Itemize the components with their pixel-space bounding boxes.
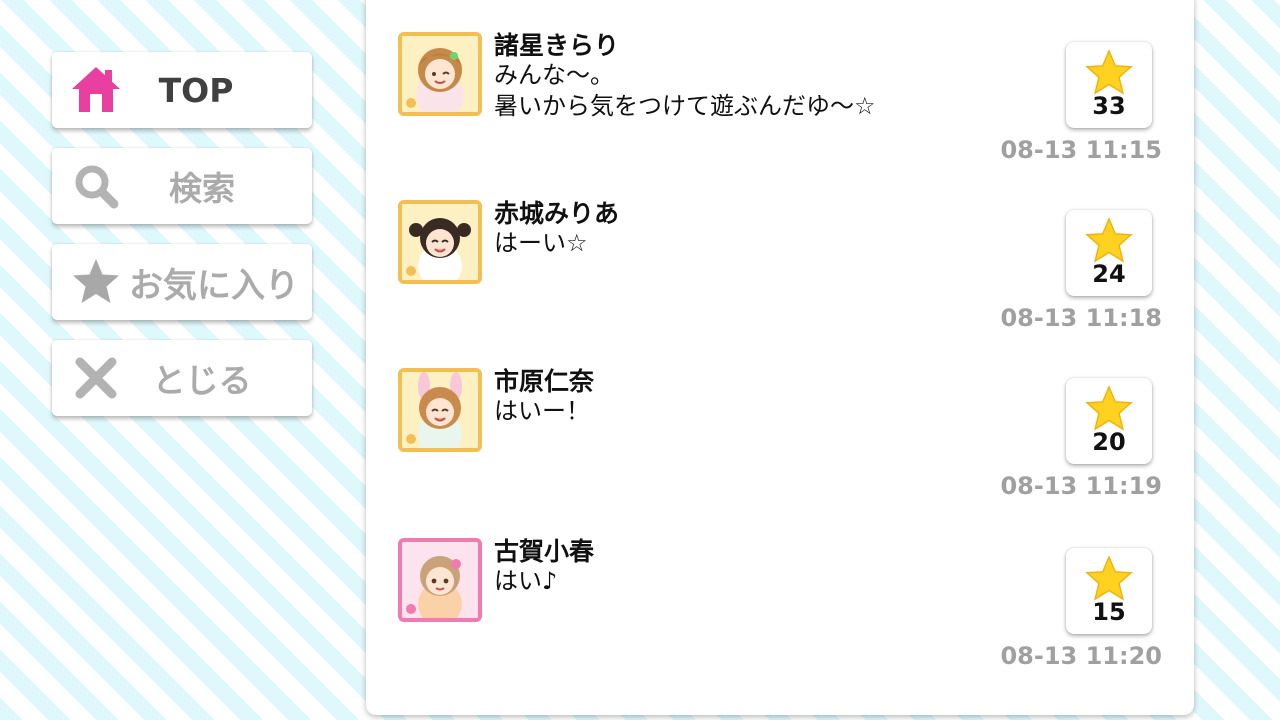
poster-name: 赤城みりあ — [494, 199, 620, 228]
like-button[interactable]: 20 — [1066, 378, 1152, 464]
like-count: 24 — [1092, 260, 1126, 288]
post-timestamp: 08-13 11:18 — [1000, 304, 1162, 332]
star-icon — [1085, 218, 1133, 263]
post-message: はーい☆ — [494, 228, 588, 259]
post-item: 赤城みりあ はーい☆ 24 08-13 11:18 — [366, 199, 1194, 368]
like-count: 33 — [1092, 92, 1126, 120]
poster-name: 古賀小春 — [494, 537, 595, 566]
side-menu: TOP 検索 お気に入り とじる — [52, 52, 312, 436]
message-line: 暑いから気をつけて遊ぶんだゆ〜☆ — [494, 92, 876, 120]
post-timestamp: 08-13 11:20 — [1000, 642, 1162, 670]
post-message: はい♪ — [494, 566, 557, 597]
avatar[interactable] — [398, 200, 482, 284]
post-item: 諸星きらり みんな〜。 暑いから気をつけて遊ぶんだゆ〜☆ 33 08-13 11… — [366, 31, 1194, 200]
poster-name: 諸星きらり — [494, 31, 620, 60]
message-line: はいー！ — [494, 397, 590, 425]
post-message: はいー！ — [494, 396, 590, 427]
like-count: 20 — [1092, 428, 1126, 456]
avatar[interactable] — [398, 32, 482, 116]
home-icon — [70, 64, 122, 116]
message-line: はーい☆ — [494, 229, 588, 257]
avatar[interactable] — [398, 368, 482, 452]
close-icon — [70, 352, 122, 404]
post-timestamp: 08-13 11:15 — [1000, 136, 1162, 164]
close-button-label: とじる — [152, 361, 252, 400]
top-button-label: TOP — [158, 70, 234, 110]
star-icon — [1085, 50, 1133, 95]
search-button-label: 検索 — [169, 169, 235, 208]
message-line: みんな〜。 — [494, 61, 614, 89]
favorites-button[interactable]: お気に入り — [52, 244, 312, 320]
message-line: はい♪ — [494, 567, 558, 595]
post-item: 市原仁奈 はいー！ 20 08-13 11:19 — [366, 367, 1194, 536]
star-icon — [1085, 386, 1133, 431]
post-item: 古賀小春 はい♪ 15 08-13 11:20 — [366, 537, 1194, 706]
top-button[interactable]: TOP — [52, 52, 312, 128]
poster-name: 市原仁奈 — [494, 367, 595, 396]
avatar[interactable] — [398, 538, 482, 622]
search-button[interactable]: 検索 — [52, 148, 312, 224]
star-icon — [70, 256, 122, 308]
favorites-button-label: お気に入り — [129, 265, 299, 306]
like-button[interactable]: 15 — [1066, 548, 1152, 634]
post-message: みんな〜。 暑いから気をつけて遊ぶんだゆ〜☆ — [494, 60, 876, 122]
like-button[interactable]: 24 — [1066, 210, 1152, 296]
like-button[interactable]: 33 — [1066, 42, 1152, 128]
feed-panel: 諸星きらり みんな〜。 暑いから気をつけて遊ぶんだゆ〜☆ 33 08-13 11… — [366, 0, 1194, 715]
star-icon — [1085, 556, 1133, 601]
post-timestamp: 08-13 11:19 — [1000, 472, 1162, 500]
close-button[interactable]: とじる — [52, 340, 312, 416]
like-count: 15 — [1092, 598, 1126, 626]
search-icon — [70, 160, 122, 212]
